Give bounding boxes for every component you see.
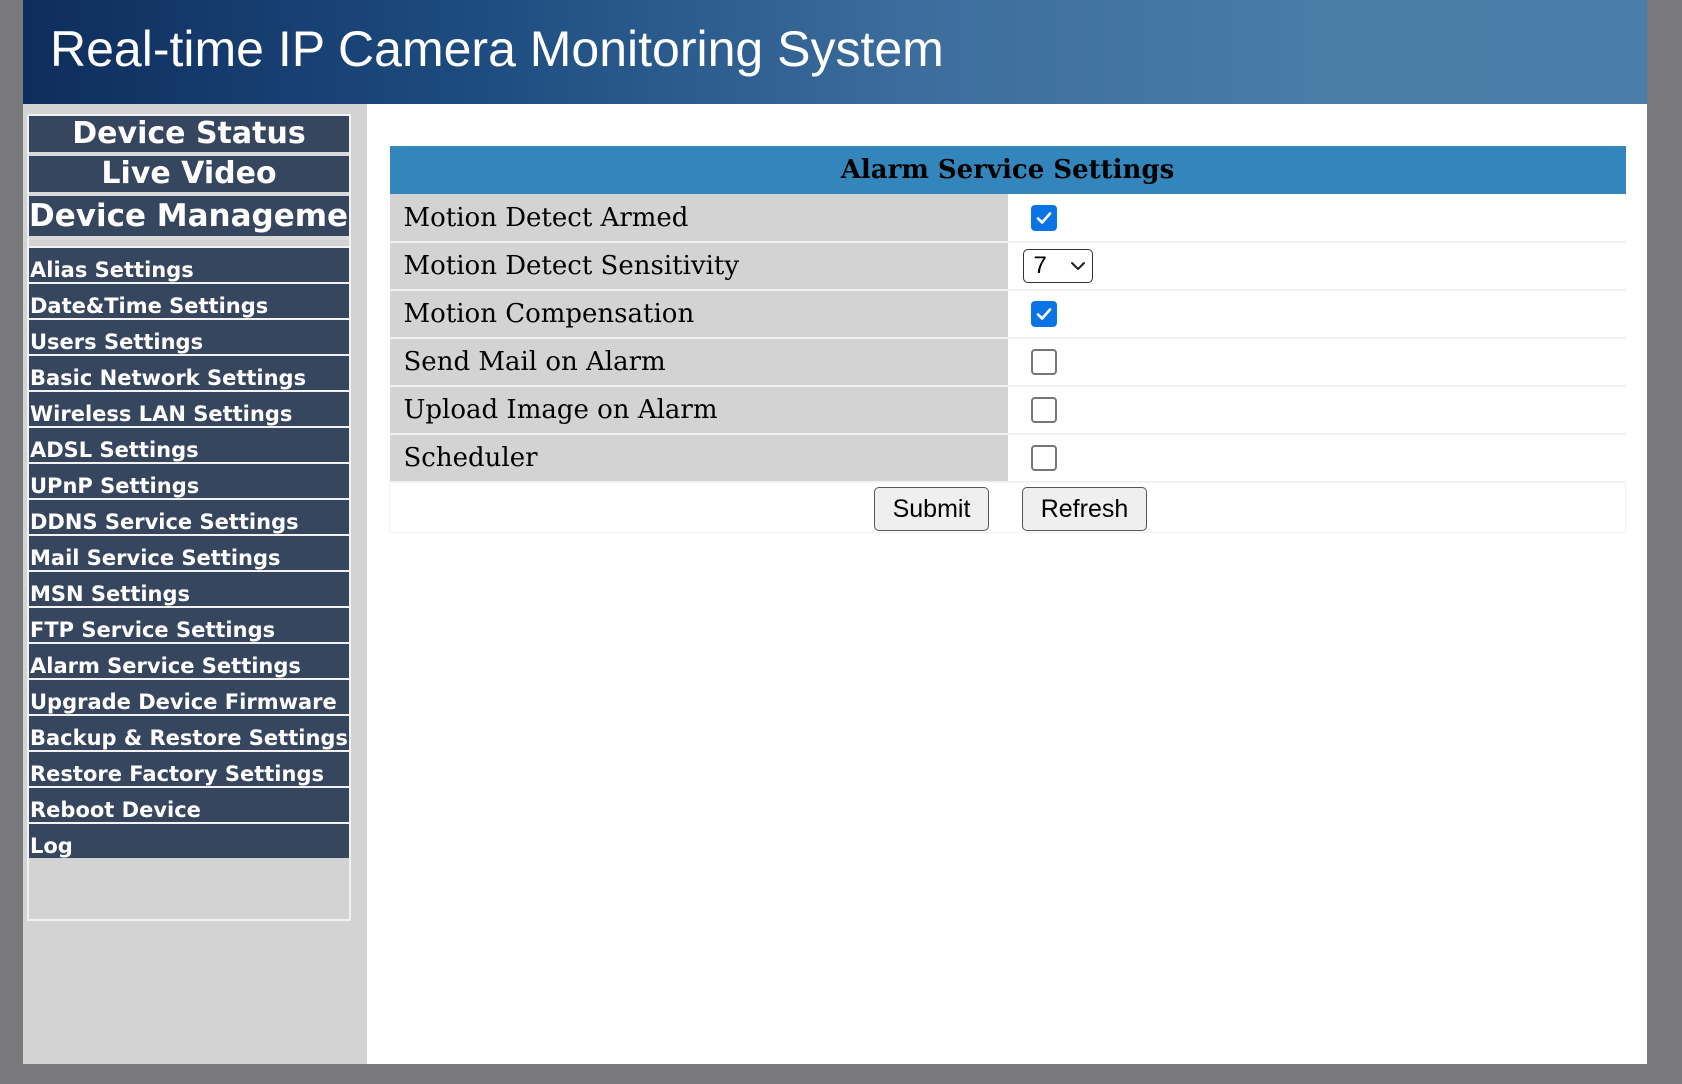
- select-value: 7: [1033, 252, 1047, 279]
- sidebar-item-label: Users Settings: [30, 330, 204, 354]
- page-title: Real-time IP Camera Monitoring System: [50, 21, 944, 77]
- checkmark-icon: [1036, 308, 1051, 320]
- sidebar-item-label: Basic Network Settings: [30, 366, 307, 390]
- sidebar-item-alarm-service-settings[interactable]: Alarm Service Settings: [29, 642, 349, 678]
- table-title: Alarm Service Settings: [389, 146, 1626, 194]
- chevron-down-icon: [1070, 259, 1086, 277]
- nav-live-video[interactable]: Live Video: [29, 156, 349, 196]
- sidebar-item-label: Alarm Service Settings: [30, 654, 301, 678]
- value-cell: [1007, 194, 1626, 243]
- button-cell: Submit Refresh: [389, 482, 1626, 533]
- value-cell: 7: [1007, 242, 1626, 291]
- value-cell: [1007, 434, 1626, 483]
- checkmark-icon: [1036, 211, 1051, 224]
- send-mail-on-alarm-checkbox[interactable]: [1030, 349, 1057, 375]
- motion-compensation-checkbox[interactable]: [1030, 301, 1057, 327]
- nav-device-status[interactable]: Device Status: [29, 116, 349, 156]
- motion-compensation-label: Motion Compensation: [389, 290, 1008, 339]
- sub-nav-list: Alias Settings Date&Time Settings Users …: [29, 246, 349, 858]
- app-window: Real-time IP Camera Monitoring System De…: [23, 0, 1647, 1064]
- motion-detect-armed-checkbox[interactable]: [1030, 204, 1057, 231]
- sidebar-item-wireless-lan-settings[interactable]: Wireless LAN Settings: [29, 390, 349, 426]
- nav-menu: Device Status Live Video Device Manageme…: [27, 114, 351, 921]
- sidebar-item-label: ADSL Settings: [30, 438, 199, 462]
- sidebar-item-label: MSN Settings: [30, 582, 191, 606]
- value-cell: [1007, 386, 1626, 435]
- sidebar-item-ddns-service-settings[interactable]: DDNS Service Settings: [29, 498, 349, 534]
- scheduler-label: Scheduler: [389, 434, 1008, 483]
- value-cell: [1007, 290, 1626, 339]
- sidebar-item-restore-factory-settings[interactable]: Restore Factory Settings: [29, 750, 349, 786]
- table-row: Upload Image on Alarm: [389, 386, 1626, 435]
- sidebar-item-adsl-settings[interactable]: ADSL Settings: [29, 426, 349, 462]
- table-row: Send Mail on Alarm: [389, 338, 1626, 387]
- sidebar-item-label: UPnP Settings: [30, 474, 200, 498]
- refresh-button[interactable]: Refresh: [1022, 487, 1147, 531]
- submit-button[interactable]: Submit: [874, 487, 989, 531]
- button-row: Submit Refresh: [389, 482, 1626, 533]
- sidebar-item-date-time-settings[interactable]: Date&Time Settings: [29, 282, 349, 318]
- upload-image-on-alarm-label: Upload Image on Alarm: [389, 386, 1008, 435]
- sidebar: Device Status Live Video Device Manageme…: [23, 104, 367, 1064]
- send-mail-on-alarm-label: Send Mail on Alarm: [389, 338, 1008, 387]
- sidebar-item-label: Log: [30, 834, 73, 858]
- sidebar-item-label: DDNS Service Settings: [30, 510, 299, 534]
- value-cell: [1007, 338, 1626, 387]
- motion-detect-sensitivity-label: Motion Detect Sensitivity: [389, 242, 1008, 291]
- sidebar-item-basic-network-settings[interactable]: Basic Network Settings: [29, 354, 349, 390]
- sidebar-item-upnp-settings[interactable]: UPnP Settings: [29, 462, 349, 498]
- sidebar-item-reboot-device[interactable]: Reboot Device: [29, 786, 349, 822]
- motion-detect-armed-label: Motion Detect Armed: [389, 194, 1008, 243]
- sidebar-item-label: Date&Time Settings: [30, 294, 269, 318]
- sidebar-item-label: FTP Service Settings: [30, 618, 276, 642]
- table-row: Motion Compensation: [389, 290, 1626, 339]
- sidebar-item-log[interactable]: Log: [29, 822, 349, 858]
- upload-image-on-alarm-checkbox[interactable]: [1030, 397, 1057, 423]
- sidebar-item-ftp-service-settings[interactable]: FTP Service Settings: [29, 606, 349, 642]
- sidebar-item-upgrade-device-firmware[interactable]: Upgrade Device Firmware: [29, 678, 349, 714]
- sidebar-item-mail-service-settings[interactable]: Mail Service Settings: [29, 534, 349, 570]
- motion-sensitivity-select[interactable]: 7: [1022, 249, 1093, 283]
- table-row: Scheduler: [389, 434, 1626, 483]
- scheduler-checkbox[interactable]: [1030, 445, 1057, 471]
- sidebar-item-label: Reboot Device: [30, 798, 201, 822]
- table-row: Motion Detect Armed: [389, 194, 1626, 243]
- sidebar-item-alias-settings[interactable]: Alias Settings: [29, 246, 349, 282]
- sidebar-item-msn-settings[interactable]: MSN Settings: [29, 570, 349, 606]
- sidebar-item-label: Upgrade Device Firmware: [30, 690, 337, 714]
- sidebar-item-label: Restore Factory Settings: [30, 762, 324, 786]
- header-banner: Real-time IP Camera Monitoring System: [23, 0, 1647, 104]
- sidebar-item-users-settings[interactable]: Users Settings: [29, 318, 349, 354]
- sidebar-item-label: Mail Service Settings: [30, 546, 281, 570]
- main-content: Alarm Service Settings Motion Detect Arm…: [367, 104, 1647, 1064]
- table-row: Motion Detect Sensitivity 7: [389, 242, 1626, 291]
- nav-device-management[interactable]: Device Management: [29, 196, 349, 240]
- sidebar-item-label: Backup & Restore Settings: [30, 726, 348, 750]
- alarm-settings-table: Alarm Service Settings Motion Detect Arm…: [389, 146, 1626, 533]
- sidebar-item-backup-restore-settings[interactable]: Backup & Restore Settings: [29, 714, 349, 750]
- sidebar-item-label: Alias Settings: [30, 258, 194, 282]
- sidebar-item-label: Wireless LAN Settings: [30, 402, 293, 426]
